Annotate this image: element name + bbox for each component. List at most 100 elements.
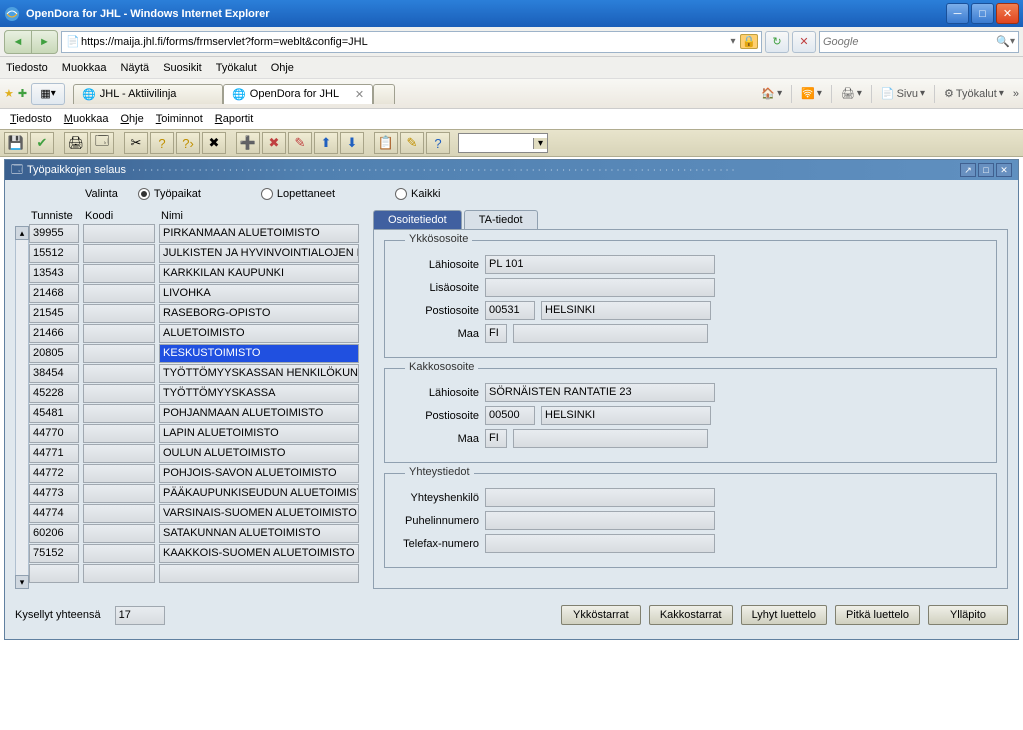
cell-tunniste[interactable]: 44770 <box>29 424 79 443</box>
cancel-icon[interactable]: ✖ <box>202 132 226 154</box>
pencil-icon[interactable]: ✎ <box>400 132 424 154</box>
table-row[interactable]: 44774VARSINAIS-SUOMEN ALUETOIMISTO <box>29 504 361 523</box>
down-icon[interactable]: ⬇ <box>340 132 364 154</box>
cell-tunniste[interactable]: 60206 <box>29 524 79 543</box>
new-tab-button[interactable] <box>373 84 395 104</box>
table-row[interactable]: 45228 TYÖTTÖMYYSKASSA <box>29 384 361 403</box>
table-row[interactable]: 21466ALUETOIMISTO <box>29 324 361 343</box>
cell-nimi[interactable]: KAAKKOIS-SUOMEN ALUETOIMISTO MIKK <box>159 544 359 563</box>
cell-koodi[interactable] <box>83 304 155 323</box>
search-box[interactable]: 🔍 ▾ <box>819 31 1019 53</box>
address-bar[interactable]: 📄 ▾ 🔒 <box>61 31 762 53</box>
table-row[interactable]: 21545RASEBORG-OPISTO <box>29 304 361 323</box>
more-icon[interactable]: » <box>1013 88 1019 100</box>
cell-koodi[interactable] <box>83 504 155 523</box>
cell-koodi[interactable] <box>83 424 155 443</box>
url-dropdown[interactable]: ▾ <box>726 36 740 47</box>
cell-nimi[interactable]: LIVOHKA <box>159 284 359 303</box>
quicktabs-button[interactable]: ▦▾ <box>31 83 65 105</box>
cell-nimi[interactable]: PÄÄKAUPUNKISEUDUN ALUETOIMISTO <box>159 484 359 503</box>
edit-icon[interactable]: ✎ <box>288 132 312 154</box>
search-dropdown[interactable]: ▾ <box>1010 36 1015 47</box>
sub-close-button[interactable]: ✕ <box>996 163 1012 177</box>
radio-tyopaikat[interactable]: Työpaikat <box>138 188 201 200</box>
findnext-icon[interactable]: ?› <box>176 132 200 154</box>
tab-osoitetiedot[interactable]: Osoitetiedot <box>373 210 462 229</box>
telefax[interactable] <box>485 534 715 553</box>
ykkos-lisaosoite[interactable] <box>485 278 715 297</box>
home-button[interactable]: 🏠▾ <box>758 87 785 100</box>
radio-kaikki[interactable]: Kaikki <box>395 188 440 200</box>
cell-tunniste[interactable]: 20805 <box>29 344 79 363</box>
radio-lopettaneet[interactable]: Lopettaneet <box>261 188 335 200</box>
cell-tunniste[interactable]: 75152 <box>29 544 79 563</box>
kakkos-maanimi[interactable] <box>513 429 708 448</box>
cell-nimi[interactable]: OULUN ALUETOIMISTO <box>159 444 359 463</box>
cell-koodi[interactable] <box>83 564 155 583</box>
forward-button[interactable]: ► <box>31 31 57 53</box>
yhteyshenkilo[interactable] <box>485 488 715 507</box>
ykkos-maa[interactable]: FI <box>485 324 507 343</box>
help-icon[interactable]: ? <box>426 132 450 154</box>
cell-tunniste[interactable]: 44771 <box>29 444 79 463</box>
cell-tunniste[interactable]: 45481 <box>29 404 79 423</box>
form-icon[interactable]: 📋 <box>374 132 398 154</box>
menu-muokkaa[interactable]: Muokkaa <box>62 62 107 74</box>
yllapito-button[interactable]: Ylläpito <box>928 605 1008 625</box>
kakkos-postinro[interactable]: 00500 <box>485 406 535 425</box>
cell-tunniste[interactable]: 44772 <box>29 464 79 483</box>
cell-nimi[interactable]: RASEBORG-OPISTO <box>159 304 359 323</box>
find-icon[interactable]: ? <box>150 132 174 154</box>
lyhyt-luettelo-button[interactable]: Lyhyt luettelo <box>741 605 827 625</box>
cell-koodi[interactable] <box>83 544 155 563</box>
cell-tunniste[interactable]: 45228 <box>29 384 79 403</box>
cell-nimi[interactable]: KARKKILAN KAUPUNKI <box>159 264 359 283</box>
ykkos-postinro[interactable]: 00531 <box>485 301 535 320</box>
cell-koodi[interactable] <box>83 404 155 423</box>
appmenu-ohje[interactable]: Ohje <box>120 113 143 125</box>
back-button[interactable]: ◄ <box>5 31 31 53</box>
favorites-icon[interactable]: ★ <box>4 87 14 100</box>
cell-koodi[interactable] <box>83 384 155 403</box>
cell-koodi[interactable] <box>83 484 155 503</box>
sub-min-button[interactable]: ↗ <box>960 163 976 177</box>
menu-tyokalut[interactable]: Työkalut <box>216 62 257 74</box>
table-row[interactable]: 60206SATAKUNNAN ALUETOIMISTO <box>29 524 361 543</box>
cell-koodi[interactable] <box>83 444 155 463</box>
appmenu-toiminnot[interactable]: Toiminnot <box>156 113 203 125</box>
table-row[interactable] <box>29 564 361 583</box>
pitka-luettelo-button[interactable]: Pitkä luettelo <box>835 605 920 625</box>
search-icon[interactable]: 🔍 <box>996 35 1010 48</box>
appmenu-muokkaa[interactable]: Muokkaa <box>64 113 109 125</box>
table-row[interactable]: 15512JULKISTEN JA HYVINVOINTIALOJEN LTO <box>29 244 361 263</box>
url-input[interactable] <box>81 36 726 48</box>
tab-opendora[interactable]: 🌐 OpenDora for JHL ✕ <box>223 84 373 104</box>
appmenu-raportit[interactable]: Raportit <box>215 113 254 125</box>
menu-suosikit[interactable]: Suosikit <box>163 62 202 74</box>
up-icon[interactable]: ⬆ <box>314 132 338 154</box>
cell-tunniste[interactable]: 38454 <box>29 364 79 383</box>
table-row[interactable]: 45481POHJANMAAN ALUETOIMISTO <box>29 404 361 423</box>
tools-menu[interactable]: ⚙ Työkalut ▾ <box>941 87 1007 100</box>
puhelin[interactable] <box>485 511 715 530</box>
save-icon[interactable]: 💾 <box>4 132 28 154</box>
cell-koodi[interactable] <box>83 284 155 303</box>
addrow-icon[interactable]: ➕ <box>236 132 260 154</box>
cell-tunniste[interactable] <box>29 564 79 583</box>
cell-tunniste[interactable]: 21468 <box>29 284 79 303</box>
cell-tunniste[interactable]: 44774 <box>29 504 79 523</box>
table-row[interactable]: 44771 OULUN ALUETOIMISTO <box>29 444 361 463</box>
check-icon[interactable]: ✔ <box>30 132 54 154</box>
stop-button[interactable]: ✕ <box>792 31 816 53</box>
cut-icon[interactable]: ✂ <box>124 132 148 154</box>
close-tab-icon[interactable]: ✕ <box>355 88 364 101</box>
table-row[interactable]: 44772POHJOIS-SAVON ALUETOIMISTO <box>29 464 361 483</box>
add-favorite-icon[interactable]: ✚ <box>18 87 27 100</box>
menu-ohje[interactable]: Ohje <box>271 62 294 74</box>
cell-nimi[interactable]: PIRKANMAAN ALUETOIMISTO <box>159 224 359 243</box>
ykkos-postitoimip[interactable]: HELSINKI <box>541 301 711 320</box>
cell-nimi[interactable]: TYÖTTÖMYYSKASSA <box>159 384 359 403</box>
delrow-icon[interactable]: ✖ <box>262 132 286 154</box>
cell-koodi[interactable] <box>83 224 155 243</box>
cell-koodi[interactable] <box>83 364 155 383</box>
